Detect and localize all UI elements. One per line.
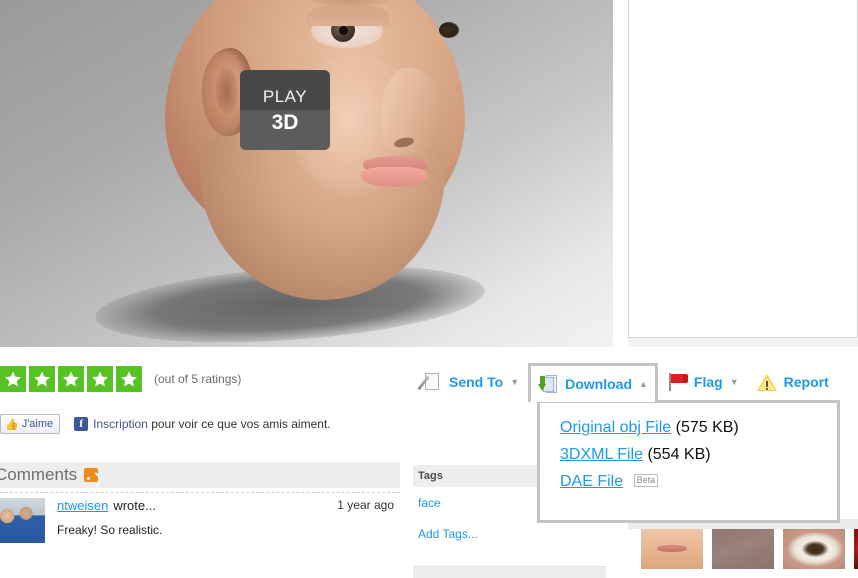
page-root: PLAY 3D (out of 5 ratings) 👍 J'aime f In… [0,0,858,578]
flag-button[interactable]: Flag ▼ [658,364,748,400]
model-far-eye [439,22,459,38]
comment-text: Freaky! So realistic. [57,523,163,537]
facebook-signup-link[interactable]: Inscription [93,417,148,431]
facebook-like-button[interactable]: 👍 J'aime [0,414,61,434]
send-to-icon [417,372,442,392]
facebook-signup-rest: pour voir ce que vos amis aiment. [147,417,331,431]
tags-footer-bar [413,567,606,578]
play-3d-label-3d: 3D [271,110,299,134]
model-pupil [339,26,348,35]
download-label: Download [565,375,632,392]
facebook-signup-text: Inscription pour voir ce que vos amis ai… [93,417,330,431]
download-file-row: DAE File Beta [560,473,837,491]
download-button[interactable]: Download ▲ [528,362,658,402]
send-to-button[interactable]: Send To ▼ [413,364,528,400]
head-model [95,0,535,347]
facebook-row: 👍 J'aime f Inscription pour voir ce que … [0,414,331,434]
rating-star-5[interactable] [116,366,142,392]
send-to-label: Send To [449,374,504,390]
warning-icon [756,372,777,392]
facebook-logo-icon: f [74,417,89,431]
thumbs-up-icon: 👍 [5,418,19,431]
thumbnail-eye[interactable] [783,529,845,569]
download-file-row: Original obj File (575 KB) [560,419,837,437]
download-dae-link[interactable]: DAE File [560,473,623,490]
thumbnail-red-partial[interactable] [854,529,858,569]
flag-icon [667,372,688,392]
right-info-panel-shadow [628,338,858,347]
comment-author-link[interactable]: ntweisen [57,498,108,513]
comments-divider [0,492,400,493]
comments-header: Comments [0,462,400,488]
download-file-list: Original obj File (575 KB) 3DXML File (5… [540,403,837,491]
rating-star-2[interactable] [29,366,55,392]
facebook-like-label: J'aime [21,418,54,430]
right-info-panel [628,0,858,338]
download-file-row: 3DXML File (554 KB) [560,446,837,464]
chevron-up-icon: ▲ [639,378,648,389]
add-tags-link[interactable]: Add Tags... [418,527,478,541]
flag-label: Flag [693,374,723,390]
chevron-down-icon: ▼ [729,377,739,387]
thumbnail-skin[interactable] [712,529,774,569]
avatar [0,498,45,543]
download-icon [538,374,558,394]
rating-note: (out of 5 ratings) [154,372,242,386]
play-3d-button[interactable]: PLAY 3D [240,70,330,150]
tag-face[interactable]: face [418,496,441,510]
chevron-down-icon: ▼ [510,377,520,387]
download-3dxml-link[interactable]: 3DXML File [560,446,643,463]
comment-item: ntweisen wrote... 1 year ago Freaky! So … [0,498,400,543]
action-toolbar: Send To ▼ Download ▲ Flag ▼ Report [413,362,838,402]
download-dropdown-panel: Original obj File (575 KB) 3DXML File (5… [537,400,840,523]
download-original-obj-size: (575 KB) [675,419,739,436]
rating-star-1[interactable] [0,366,26,392]
report-label: Report [783,374,829,390]
rating-row: (out of 5 ratings) [0,366,241,392]
download-3dxml-size: (554 KB) [647,446,711,463]
download-original-obj-link[interactable]: Original obj File [560,419,671,436]
model-lower-lip [361,167,427,187]
tags-heading: Tags [418,470,443,482]
play-3d-label-play: PLAY [262,86,308,106]
rating-star-3[interactable] [58,366,84,392]
thumbnail-mouth[interactable] [641,529,703,569]
comment-timestamp: 1 year ago [337,498,394,512]
model-viewer[interactable]: PLAY 3D [0,0,613,347]
rss-icon[interactable] [84,468,99,482]
report-button[interactable]: Report [748,364,838,400]
comment-body: ntweisen wrote... 1 year ago Freaky! So … [57,498,400,543]
viewer-right-gutter [613,0,628,347]
rating-star-4[interactable] [87,366,113,392]
comments-heading: Comments [0,465,78,484]
model-eyelid [307,4,389,26]
beta-badge: Beta [633,474,659,487]
comment-wrote-label: wrote... [113,498,156,513]
thumbnail-strip [641,529,858,569]
